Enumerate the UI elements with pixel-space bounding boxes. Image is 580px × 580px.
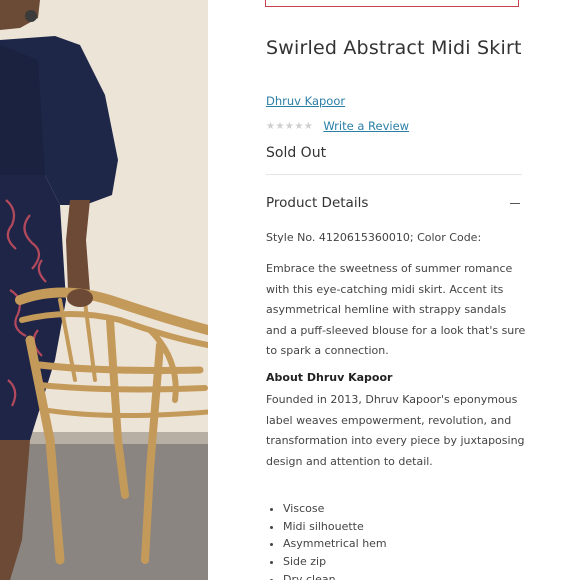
list-item: Side zip — [283, 553, 387, 571]
list-item: Midi silhouette — [283, 518, 387, 536]
list-item: Viscose — [283, 500, 387, 518]
product-image[interactable] — [0, 0, 208, 580]
product-description: Embrace the sweetness of summer romance … — [266, 262, 526, 358]
product-page: Swirled Abstract Midi Skirt Dhruv Kapoor… — [0, 0, 580, 580]
about-brand-heading: About Dhruv Kapoor — [266, 371, 393, 384]
brand-link[interactable]: Dhruv Kapoor — [266, 94, 345, 108]
minus-icon[interactable] — [510, 202, 520, 204]
write-review-link[interactable]: Write a Review — [323, 119, 409, 133]
product-title: Swirled Abstract Midi Skirt — [266, 37, 522, 59]
product-info-panel: Swirled Abstract Midi Skirt Dhruv Kapoor… — [208, 0, 580, 580]
product-photo-illustration — [0, 0, 208, 580]
list-item: Dry clean — [283, 571, 387, 580]
availability-status: Sold Out — [266, 145, 327, 161]
rating-row: ★★★★★ Write a Review — [266, 118, 409, 134]
cart-button-outline[interactable] — [265, 0, 519, 7]
about-brand-text: Founded in 2013, Dhruv Kapoor's eponymou… — [266, 393, 525, 468]
feature-list: Viscose Midi silhouette Asymmetrical hem… — [266, 500, 387, 580]
product-details-toggle[interactable]: Product Details — [266, 193, 522, 213]
product-details-heading: Product Details — [266, 195, 369, 211]
divider — [266, 174, 522, 175]
style-number: Style No. 4120615360010; Color Code: — [266, 231, 482, 244]
list-item: Asymmetrical hem — [283, 535, 387, 553]
rating-stars-icon[interactable]: ★★★★★ — [266, 121, 313, 132]
